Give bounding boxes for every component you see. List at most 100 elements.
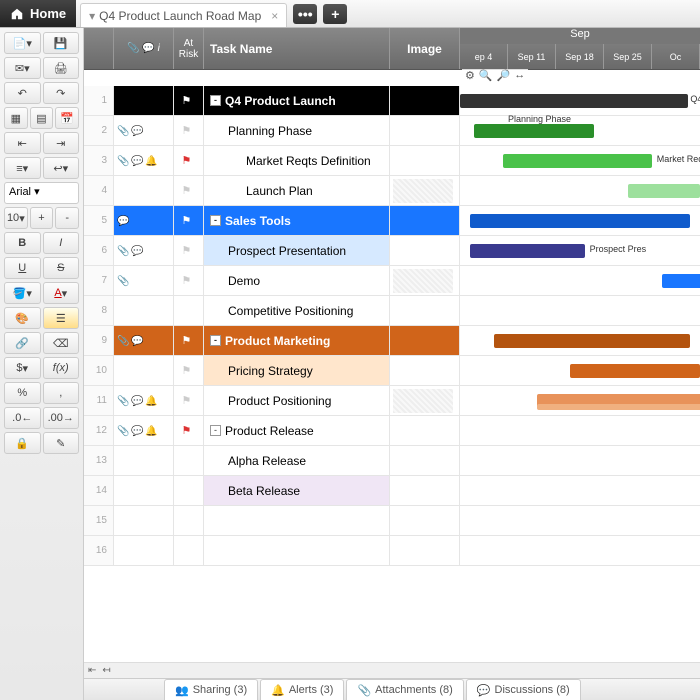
- tab-add-button[interactable]: +: [323, 4, 347, 24]
- expand-button[interactable]: -: [210, 95, 221, 106]
- task-row[interactable]: 2⚑Planning PhasePlanning Phase: [84, 116, 700, 146]
- gantt-bar[interactable]: [628, 184, 700, 198]
- header-task-name[interactable]: Task Name: [204, 28, 390, 69]
- at-risk-cell[interactable]: ⚑: [174, 176, 204, 205]
- at-risk-cell[interactable]: ⚑: [174, 266, 204, 295]
- task-name-cell[interactable]: -Product Release: [204, 416, 390, 445]
- gantt-bar[interactable]: [537, 404, 700, 410]
- currency-button[interactable]: $▾: [4, 357, 41, 379]
- at-risk-cell[interactable]: [174, 476, 204, 505]
- bubble-icon[interactable]: [131, 245, 143, 257]
- gantt-bar[interactable]: [503, 154, 652, 168]
- image-cell[interactable]: [390, 146, 460, 175]
- bubble-icon[interactable]: [131, 335, 143, 347]
- gantt-cell[interactable]: [460, 326, 700, 355]
- sheet-tab[interactable]: ▾ Q4 Product Launch Road Map ×: [80, 3, 287, 27]
- bell-icon[interactable]: [145, 425, 157, 437]
- clip-icon[interactable]: [117, 155, 129, 167]
- task-row[interactable]: 6⚑Prospect PresentationProspect Pres: [84, 236, 700, 266]
- at-risk-cell[interactable]: ⚑: [174, 206, 204, 235]
- task-name-cell[interactable]: Alpha Release: [204, 446, 390, 475]
- task-row[interactable]: 4⚑Launch PlanLaunch: [84, 176, 700, 206]
- at-risk-cell[interactable]: [174, 506, 204, 535]
- strike-button[interactable]: S: [43, 257, 80, 279]
- zoom-out-icon[interactable]: 🔍: [479, 69, 493, 85]
- size-down-button[interactable]: -: [55, 207, 79, 229]
- at-risk-cell[interactable]: [174, 536, 204, 565]
- image-cell[interactable]: [390, 326, 460, 355]
- task-row[interactable]: 15: [84, 506, 700, 536]
- task-name-cell[interactable]: Launch Plan: [204, 176, 390, 205]
- image-cell[interactable]: [390, 476, 460, 505]
- gantt-bar[interactable]: [570, 364, 700, 378]
- clip-icon[interactable]: [117, 425, 129, 437]
- image-cell[interactable]: [390, 416, 460, 445]
- gantt-cell[interactable]: [460, 386, 700, 415]
- undo-button[interactable]: ↶: [4, 82, 41, 104]
- task-name-cell[interactable]: -Q4 Product Launch: [204, 86, 390, 115]
- task-name-cell[interactable]: Pricing Strategy: [204, 356, 390, 385]
- image-cell[interactable]: [390, 536, 460, 565]
- thousands-button[interactable]: ,: [43, 382, 80, 404]
- align-button[interactable]: ≡▾: [4, 157, 41, 179]
- highlight-button[interactable]: ✎: [43, 432, 80, 454]
- image-cell[interactable]: [390, 446, 460, 475]
- outdent-button[interactable]: ⇤: [4, 132, 41, 154]
- gantt-cell[interactable]: Market Reqts Definiti: [460, 146, 700, 175]
- discussions-tab[interactable]: 💬Discussions (8): [466, 679, 581, 700]
- header-image[interactable]: Image: [390, 28, 460, 69]
- clip-icon[interactable]: [117, 275, 129, 287]
- clip-icon[interactable]: [117, 335, 129, 347]
- gantt-bar[interactable]: [470, 214, 691, 228]
- at-risk-cell[interactable]: ⚑: [174, 86, 204, 115]
- gantt-bar[interactable]: [470, 244, 585, 258]
- gantt-cell[interactable]: Launch: [460, 176, 700, 205]
- image-cell[interactable]: [390, 506, 460, 535]
- image-cell[interactable]: [390, 86, 460, 115]
- gantt-bar[interactable]: [494, 334, 691, 348]
- print-button[interactable]: 🖨: [43, 57, 80, 79]
- gantt-cell[interactable]: D: [460, 266, 700, 295]
- task-name-cell[interactable]: Demo: [204, 266, 390, 295]
- lock-button[interactable]: 🔒: [4, 432, 41, 454]
- clear-format-button[interactable]: ⌫: [43, 332, 80, 354]
- at-risk-cell[interactable]: ⚑: [174, 116, 204, 145]
- task-name-cell[interactable]: Competitive Positioning: [204, 296, 390, 325]
- underline-button[interactable]: U: [4, 257, 41, 279]
- task-name-cell[interactable]: [204, 536, 390, 565]
- at-risk-cell[interactable]: [174, 296, 204, 325]
- conditional-format-button[interactable]: 🎨: [4, 307, 41, 329]
- task-row[interactable]: 1⚑-Q4 Product LaunchQ4 Pro: [84, 86, 700, 116]
- percent-button[interactable]: %: [4, 382, 41, 404]
- bell-icon[interactable]: [145, 395, 157, 407]
- timeline-week[interactable]: Sep 11: [508, 44, 556, 69]
- gantt-cell[interactable]: [460, 536, 700, 565]
- sharing-tab[interactable]: 👥Sharing (3): [164, 679, 258, 700]
- at-risk-cell[interactable]: ⚑: [174, 386, 204, 415]
- task-name-cell[interactable]: [204, 506, 390, 535]
- bubble-icon[interactable]: [131, 125, 143, 137]
- image-cell[interactable]: [390, 386, 460, 415]
- task-row[interactable]: 7⚑DemoD: [84, 266, 700, 296]
- gear-icon[interactable]: ⚙: [465, 69, 475, 85]
- font-family-select[interactable]: Arial ▾: [4, 182, 79, 204]
- task-row[interactable]: 13Alpha Release: [84, 446, 700, 476]
- clip-icon[interactable]: [117, 395, 129, 407]
- expand-button[interactable]: -: [210, 335, 221, 346]
- at-risk-cell[interactable]: ⚑: [174, 356, 204, 385]
- bold-button[interactable]: B: [4, 232, 41, 254]
- task-row[interactable]: 8Competitive Positioning: [84, 296, 700, 326]
- at-risk-cell[interactable]: ⚑: [174, 416, 204, 445]
- gantt-cell[interactable]: Prospect Pres: [460, 236, 700, 265]
- task-row[interactable]: 10⚑Pricing StrategyPricing: [84, 356, 700, 386]
- bell-icon[interactable]: [145, 155, 157, 167]
- task-name-cell[interactable]: -Product Marketing: [204, 326, 390, 355]
- hierarchy-button[interactable]: ☰: [43, 307, 80, 329]
- zoom-in-icon[interactable]: 🔎: [497, 69, 511, 85]
- image-cell[interactable]: [390, 266, 460, 295]
- task-row[interactable]: 5⚑-Sales Tools: [84, 206, 700, 236]
- task-name-cell[interactable]: Market Reqts Definition: [204, 146, 390, 175]
- at-risk-cell[interactable]: [174, 446, 204, 475]
- mail-button[interactable]: ✉▾: [4, 57, 41, 79]
- task-name-cell[interactable]: Prospect Presentation: [204, 236, 390, 265]
